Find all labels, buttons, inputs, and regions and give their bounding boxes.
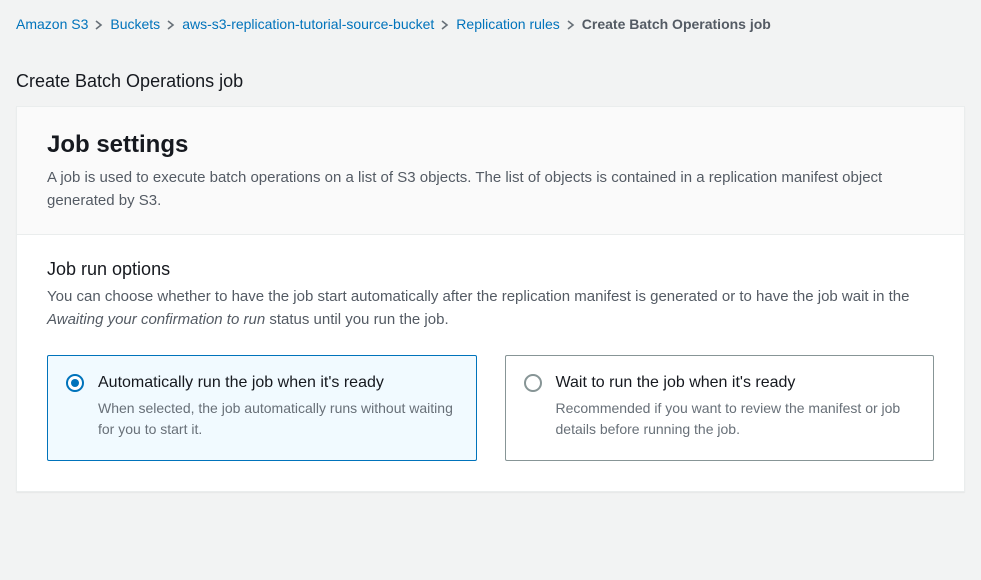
chevron-right-icon bbox=[94, 20, 104, 30]
section-description: You can choose whether to have the job s… bbox=[47, 286, 934, 331]
option-wait-run[interactable]: Wait to run the job when it's ready Reco… bbox=[505, 355, 935, 461]
chevron-right-icon bbox=[166, 20, 176, 30]
job-settings-panel: Job settings A job is used to execute ba… bbox=[16, 106, 965, 492]
option-description: When selected, the job automatically run… bbox=[98, 398, 458, 440]
radio-icon bbox=[66, 374, 84, 392]
section-description-pre: You can choose whether to have the job s… bbox=[47, 288, 909, 305]
option-title: Wait to run the job when it's ready bbox=[556, 372, 916, 394]
section-description-post: status until you run the job. bbox=[265, 311, 448, 328]
option-content: Wait to run the job when it's ready Reco… bbox=[556, 372, 916, 440]
breadcrumb-current: Create Batch Operations job bbox=[582, 14, 771, 35]
breadcrumb-replication-rules[interactable]: Replication rules bbox=[456, 14, 560, 35]
option-description: Recommended if you want to review the ma… bbox=[556, 398, 916, 440]
section-title: Job run options bbox=[47, 259, 934, 280]
breadcrumb-amazon-s3[interactable]: Amazon S3 bbox=[16, 14, 88, 35]
breadcrumb: Amazon S3 Buckets aws-s3-replication-tut… bbox=[0, 0, 981, 41]
panel-body: Job run options You can choose whether t… bbox=[17, 235, 964, 491]
option-title: Automatically run the job when it's read… bbox=[98, 372, 458, 394]
option-content: Automatically run the job when it's read… bbox=[98, 372, 458, 440]
breadcrumb-source-bucket[interactable]: aws-s3-replication-tutorial-source-bucke… bbox=[182, 14, 434, 35]
chevron-right-icon bbox=[566, 20, 576, 30]
job-run-options-group: Automatically run the job when it's read… bbox=[47, 355, 934, 461]
breadcrumb-buckets[interactable]: Buckets bbox=[110, 14, 160, 35]
page-title: Create Batch Operations job bbox=[0, 41, 981, 106]
option-auto-run[interactable]: Automatically run the job when it's read… bbox=[47, 355, 477, 461]
panel-header: Job settings A job is used to execute ba… bbox=[17, 107, 964, 235]
section-description-em: Awaiting your confirmation to run bbox=[47, 311, 265, 328]
panel-description: A job is used to execute batch operation… bbox=[47, 167, 934, 212]
panel-title: Job settings bbox=[47, 131, 934, 159]
chevron-right-icon bbox=[440, 20, 450, 30]
radio-icon bbox=[524, 374, 542, 392]
